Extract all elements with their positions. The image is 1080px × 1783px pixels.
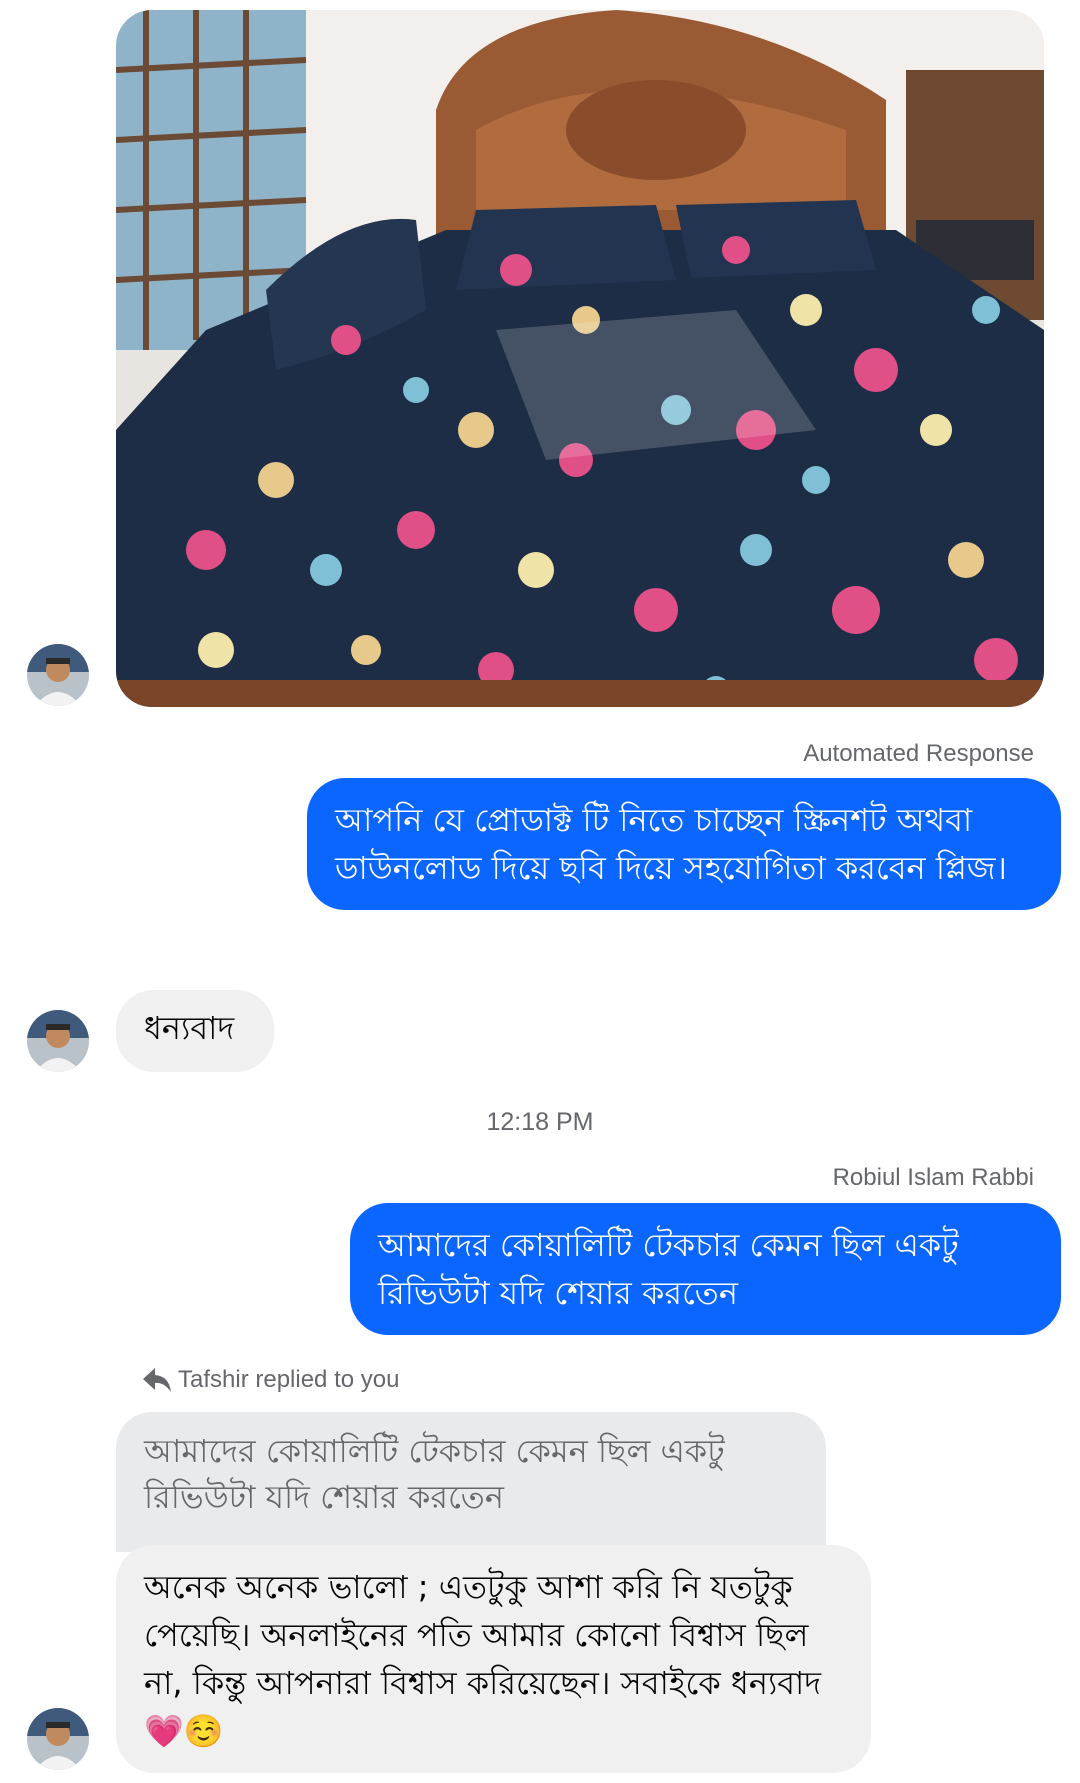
avatar[interactable] bbox=[27, 644, 89, 706]
incoming-message-thanks[interactable]: ধন্যবাদ bbox=[116, 990, 274, 1072]
avatar[interactable] bbox=[27, 1010, 89, 1072]
message-text: ধন্যবাদ bbox=[144, 1009, 235, 1047]
avatar[interactable] bbox=[27, 1708, 89, 1770]
incoming-message-reply[interactable]: অনেক অনেক ভালো ; এতটুকু আশা করি নি যতটুক… bbox=[116, 1545, 871, 1773]
automated-response-label: Automated Response bbox=[803, 740, 1034, 767]
reply-header: Tafshir replied to you bbox=[142, 1366, 399, 1394]
message-text: অনেক অনেক ভালো ; এতটুকু আশা করি নি যতটুক… bbox=[144, 1568, 822, 1750]
message-text: আপনি যে প্রোডাক্ট টি নিতে চাচ্ছেন স্ক্রি… bbox=[335, 801, 1007, 887]
outgoing-message-review-request[interactable]: আমাদের কোয়ালিটি টেকচার কেমন ছিল একটু রি… bbox=[350, 1203, 1061, 1335]
sender-name: Robiul Islam Rabbi bbox=[832, 1164, 1034, 1191]
outgoing-message-automated[interactable]: আপনি যে প্রোডাক্ট টি নিতে চাচ্ছেন স্ক্রি… bbox=[307, 778, 1061, 910]
quoted-text: আমাদের কোয়ালিটি টেকচার কেমন ছিল একটু রি… bbox=[144, 1432, 725, 1516]
reply-header-text: Tafshir replied to you bbox=[178, 1366, 400, 1393]
quoted-message[interactable]: আমাদের কোয়ালিটি টেকচার কেমন ছিল একটু রি… bbox=[116, 1412, 826, 1552]
timestamp: 12:18 PM bbox=[486, 1108, 594, 1136]
bed-photo[interactable] bbox=[116, 10, 1044, 707]
message-text: আমাদের কোয়ালিটি টেকচার কেমন ছিল একটু রি… bbox=[378, 1226, 959, 1312]
reply-arrow-icon bbox=[142, 1366, 172, 1394]
